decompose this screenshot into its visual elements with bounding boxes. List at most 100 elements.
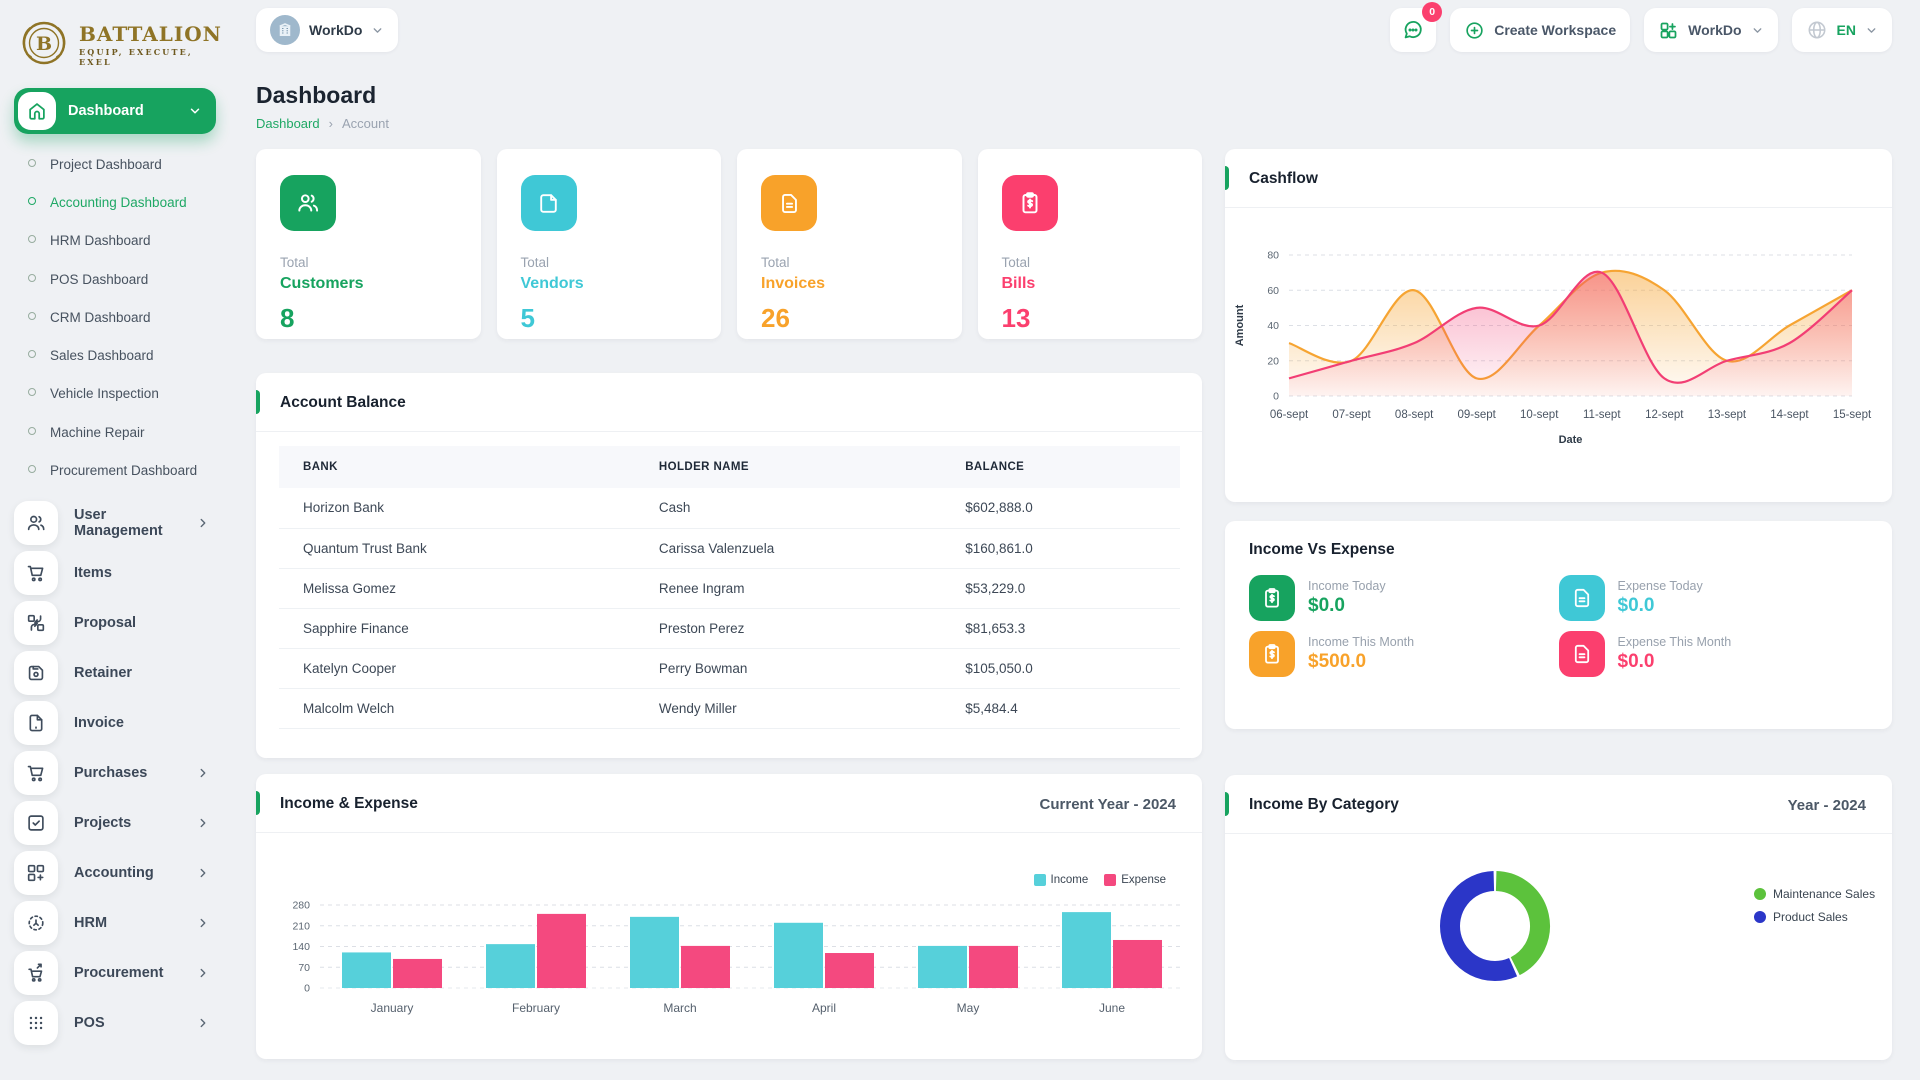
sidebar-item-invoice[interactable]: Invoice (14, 698, 216, 748)
svg-text:280: 280 (292, 900, 310, 912)
holder-cell: Carissa Valenzuela (635, 528, 941, 568)
sidebar-subitem[interactable]: CRM Dashboard (28, 299, 216, 337)
ive-tile-expense-today: Expense Today $0.0 (1559, 575, 1869, 621)
sidebar-item-user-management[interactable]: User Management (14, 498, 216, 548)
sidebar-subitem[interactable]: Project Dashboard (28, 146, 216, 184)
stat-prefix: Total (280, 255, 457, 270)
breadcrumb-separator: › (329, 116, 333, 131)
balance-cell: $81,653.3 (941, 608, 1180, 648)
svg-text:0: 0 (1273, 391, 1279, 403)
expense-icon (1559, 575, 1605, 621)
chart-legend: IncomeExpense (1034, 874, 1166, 886)
sidebar-subitem-label: CRM Dashboard (50, 309, 151, 327)
balance-cell: $5,484.4 (941, 688, 1180, 728)
balance-cell: $602,888.0 (941, 488, 1180, 528)
bullet-icon (28, 312, 36, 320)
stat-prefix: Total (761, 255, 938, 270)
svg-text:60: 60 (1267, 285, 1279, 297)
panel-title: Income & Expense (280, 795, 418, 813)
bullet-icon (28, 427, 36, 435)
stat-card-bills[interactable]: Total Bills 13 (978, 149, 1203, 339)
sidebar-item-proposal[interactable]: Proposal (14, 598, 216, 648)
sidebar-item-pos[interactable]: POS (14, 998, 216, 1048)
svg-text:11-sept: 11-sept (1583, 409, 1621, 421)
table-row: Melissa Gomez Renee Ingram $53,229.0 (279, 568, 1180, 608)
sidebar-subitem[interactable]: POS Dashboard (28, 261, 216, 299)
language-selector[interactable]: EN (1792, 8, 1892, 52)
ive-label: Income Today (1308, 579, 1386, 593)
bank-cell: Melissa Gomez (279, 568, 635, 608)
messages-button[interactable]: 0 (1390, 8, 1436, 52)
income-vs-expense-tiles: Income Today $0.0 Expense Today $0.0 Inc… (1225, 565, 1892, 687)
breadcrumb-link[interactable]: Dashboard (256, 116, 320, 131)
chevron-right-icon (196, 766, 210, 780)
stat-card-customers[interactable]: Total Customers 8 (256, 149, 481, 339)
sidebar-item-items[interactable]: Items (14, 548, 216, 598)
income-by-category-panel: Income By Category Year - 2024 Maintenan… (1225, 775, 1892, 1060)
sidebar-item-retainer[interactable]: Retainer (14, 648, 216, 698)
sidebar-item-label: Projects (74, 815, 131, 831)
svg-text:70: 70 (298, 962, 310, 974)
sidebar-item-label: Invoice (74, 715, 124, 731)
svg-text:14-sept: 14-sept (1770, 409, 1809, 421)
sidebar-item-accounting[interactable]: Accounting (14, 848, 216, 898)
sidebar-subitem[interactable]: Machine Repair (28, 414, 216, 452)
sidebar-subitem[interactable]: Sales Dashboard (28, 337, 216, 375)
svg-text:80: 80 (1267, 250, 1279, 262)
ive-value: $0.0 (1308, 595, 1386, 617)
holder-cell: Preston Perez (635, 608, 941, 648)
cashflow-panel: Cashflow 02040608006-sept07-sept08-sept0… (1225, 149, 1892, 502)
svg-text:February: February (512, 1001, 560, 1015)
sidebar-subitem[interactable]: Vehicle Inspection (28, 375, 216, 413)
ive-value: $500.0 (1308, 651, 1414, 673)
sidebar-item-procurement[interactable]: Procurement (14, 948, 216, 998)
sidebar-subitem[interactable]: Accounting Dashboard (28, 184, 216, 222)
globe-icon (1806, 19, 1828, 41)
workdo-menu-button[interactable]: WorkDo (1644, 8, 1777, 52)
svg-text:Amount: Amount (1234, 304, 1246, 346)
sidebar-item-dashboard[interactable]: Dashboard (14, 88, 216, 134)
stat-prefix: Total (521, 255, 698, 270)
bullet-icon (28, 159, 36, 167)
income-expense-bar-chart: 070140210280JanuaryFebruaryMarchAprilMay… (256, 833, 1202, 1045)
sidebar-subitem[interactable]: Procurement Dashboard (28, 452, 216, 490)
income-by-category-donut-chart (1225, 834, 1892, 1060)
panel-title: Income By Category (1249, 796, 1399, 814)
stat-label: Bills (1002, 275, 1179, 293)
table-header-row: BANKHOLDER NAMEBALANCE (279, 446, 1180, 488)
svg-text:June: June (1099, 1001, 1125, 1015)
stat-prefix: Total (1002, 255, 1179, 270)
sidebar-item-hrm[interactable]: HRM (14, 898, 216, 948)
holder-cell: Perry Bowman (635, 648, 941, 688)
stat-value: 8 (280, 303, 457, 334)
brand[interactable]: B BATTALION EQUIP, EXECUTE, EXEL (14, 14, 216, 72)
ive-tile-income-today: Income Today $0.0 (1249, 575, 1559, 621)
stat-card-vendors[interactable]: Total Vendors 5 (497, 149, 722, 339)
chevron-down-icon (371, 24, 384, 37)
sidebar-item-projects[interactable]: Projects (14, 798, 216, 848)
sidebar-submenu: Project DashboardAccounting DashboardHRM… (14, 146, 216, 490)
bullet-icon (28, 274, 36, 282)
panel-accent (256, 791, 260, 815)
ive-label: Expense This Month (1618, 635, 1732, 649)
panel-accent (256, 390, 260, 414)
chevron-right-icon (196, 1016, 210, 1030)
income-icon (1249, 575, 1295, 621)
workspace-switcher[interactable]: WorkDo (256, 8, 398, 52)
table-row: Katelyn Cooper Perry Bowman $105,050.0 (279, 648, 1180, 688)
workdo-menu-label: WorkDo (1688, 22, 1741, 38)
sidebar-subitem-label: Vehicle Inspection (50, 385, 159, 403)
panel-subtitle: Year - 2024 (1788, 797, 1866, 814)
sidebar-subitem[interactable]: HRM Dashboard (28, 222, 216, 260)
bank-cell: Malcolm Welch (279, 688, 635, 728)
svg-text:140: 140 (292, 941, 310, 953)
chevron-right-icon (196, 516, 210, 530)
account-balance-table: BANKHOLDER NAMEBALANCE Horizon Bank Cash… (279, 446, 1180, 729)
sidebar-item-purchases[interactable]: Purchases (14, 748, 216, 798)
stat-card-invoices[interactable]: Total Invoices 26 (737, 149, 962, 339)
sidebar-subitem-label: Procurement Dashboard (50, 462, 197, 480)
income-expense-panel: Income & Expense Current Year - 2024 070… (256, 774, 1202, 1059)
create-workspace-button[interactable]: Create Workspace (1450, 8, 1630, 52)
chevron-right-icon (196, 916, 210, 930)
proposal-icon (14, 601, 58, 645)
